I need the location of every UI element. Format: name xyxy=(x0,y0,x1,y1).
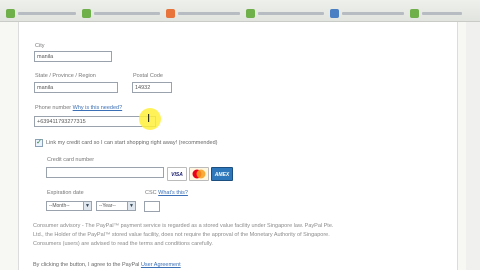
bookmark-item[interactable] xyxy=(330,7,404,19)
city-input[interactable]: manila xyxy=(34,51,112,62)
phone-help-link[interactable]: Why is this needed? xyxy=(73,105,123,111)
year-select-value: --Year-- xyxy=(99,203,116,209)
bookmark-item[interactable] xyxy=(166,7,240,19)
bookmark-item[interactable] xyxy=(246,7,324,19)
month-select[interactable]: --Month-- ▼ xyxy=(46,201,92,211)
favicon-green-icon xyxy=(246,8,255,18)
favicon-green-icon xyxy=(410,8,419,18)
mastercard-circles-icon xyxy=(192,169,206,179)
chevron-down-icon: ▼ xyxy=(127,202,135,210)
year-select[interactable]: --Year-- ▼ xyxy=(96,201,136,211)
postal-code-input[interactable]: 14932 xyxy=(132,82,172,93)
favicon-blue-icon xyxy=(330,8,339,18)
checkmark-icon: ✓ xyxy=(36,139,42,146)
card-number-label: Credit card number xyxy=(47,157,95,163)
expiration-label: Expiration date xyxy=(47,190,84,196)
csc-label-row: CSC What's this? xyxy=(145,190,188,196)
link-card-label: Link my credit card so I can start shopp… xyxy=(46,140,218,146)
city-label: City xyxy=(35,43,45,49)
text-cursor-icon: I xyxy=(147,112,151,125)
phone-label-row: Phone number Why is this needed? xyxy=(35,105,122,111)
favicon-orange-icon xyxy=(166,8,175,18)
disclaimer-line: Consumer advisory - The PayPal™ payment … xyxy=(33,223,334,229)
bookmarks-bar xyxy=(0,0,480,22)
agreement-prefix: By clicking the button, I agree to the P… xyxy=(33,262,140,268)
scrollbar[interactable] xyxy=(466,22,480,270)
disclaimer-line: Consumers (users) are advised to read th… xyxy=(33,241,213,247)
disclaimer-line: Ltd., the Holder of the PayPal™ stored v… xyxy=(33,232,330,238)
month-select-value: --Month-- xyxy=(49,203,70,209)
phone-label: Phone number xyxy=(35,105,72,111)
chevron-down-icon: ▼ xyxy=(83,202,91,210)
bookmark-item[interactable] xyxy=(410,7,462,19)
bookmark-item[interactable] xyxy=(82,7,160,19)
csc-label: CSC xyxy=(145,190,157,196)
mastercard-logo xyxy=(189,167,209,181)
card-number-input[interactable] xyxy=(46,167,164,178)
visa-logo: VISA xyxy=(167,167,187,181)
state-input[interactable]: manila xyxy=(34,82,118,93)
postal-code-label: Postal Code xyxy=(133,73,163,79)
favicon-green-icon xyxy=(82,8,91,18)
state-label: State / Province / Region xyxy=(35,73,96,79)
bookmark-item[interactable] xyxy=(6,7,76,19)
amex-logo: AMEX xyxy=(211,167,233,181)
browser-window: City manila State / Province / Region ma… xyxy=(0,0,480,270)
csc-input[interactable] xyxy=(144,201,160,212)
agreement-text: By clicking the button, I agree to the P… xyxy=(33,261,181,270)
user-agreement-link[interactable]: User Agreement xyxy=(141,262,181,268)
link-card-checkbox[interactable]: ✓ xyxy=(35,139,43,147)
csc-help-link[interactable]: What's this? xyxy=(158,190,188,196)
favicon-green-icon xyxy=(6,8,15,18)
phone-input[interactable]: +639411793277315 xyxy=(34,116,156,127)
